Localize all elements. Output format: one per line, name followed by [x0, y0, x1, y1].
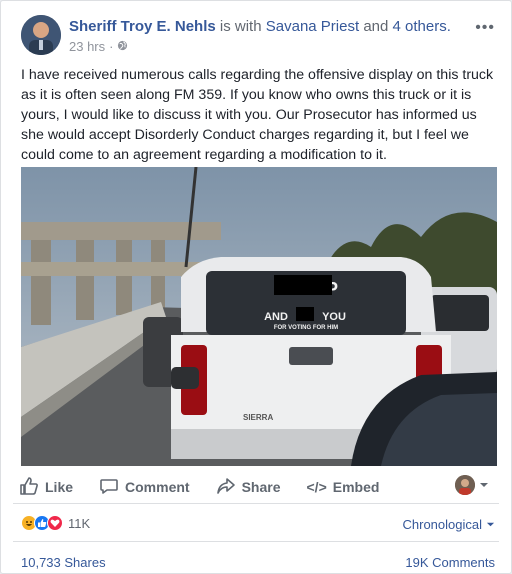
post-photo[interactable]: TRUMP AND YOU FOR VOTING FOR HIM SIERRA — [21, 167, 497, 466]
order-label: Chronological — [402, 517, 483, 532]
comment-button[interactable]: Comment — [99, 476, 190, 499]
window-text-and: AND — [264, 311, 288, 323]
embed-button[interactable]: </> Embed — [307, 479, 380, 495]
share-button[interactable]: Share — [216, 476, 281, 499]
ellipsis-icon[interactable]: ••• — [475, 19, 495, 37]
thumbs-up-icon — [19, 476, 39, 499]
like-button[interactable]: Like — [19, 476, 73, 499]
window-text-voting: FOR VOTING FOR HIM — [274, 325, 338, 331]
comment-icon — [99, 476, 119, 499]
share-label: Share — [241, 479, 281, 495]
post-as-selector[interactable] — [455, 475, 489, 495]
post-time[interactable]: 23 hrs — [69, 39, 105, 54]
embed-icon: </> — [306, 479, 327, 495]
window-text-you: YOU — [322, 311, 346, 323]
post-actions: Like Comment Share </> Embed — [19, 473, 495, 501]
reaction-summary[interactable]: 11K — [21, 515, 90, 531]
with-text: is with — [219, 18, 262, 35]
viewer-avatar — [455, 475, 475, 495]
order-caret-icon — [486, 517, 495, 532]
post-card: Sheriff Troy E. Nehls is with Savana Pri… — [0, 0, 512, 574]
post-title-line: Sheriff Troy E. Nehls is with Savana Pri… — [69, 17, 451, 37]
comment-label: Comment — [125, 479, 190, 495]
tagged-person[interactable]: Savana Priest — [266, 18, 359, 35]
embed-label: Embed — [332, 479, 380, 495]
like-label: Like — [45, 479, 74, 495]
tailgate-badge: SIERRA — [243, 413, 273, 422]
author-avatar[interactable] — [21, 15, 61, 55]
post-header: Sheriff Troy E. Nehls is with Savana Pri… — [21, 15, 501, 59]
love-icon — [47, 515, 63, 531]
shares-count[interactable]: 10,733 Shares — [21, 555, 106, 570]
author-name[interactable]: Sheriff Troy E. Nehls — [69, 18, 216, 35]
meta-separator: · — [109, 39, 114, 54]
divider — [13, 503, 499, 504]
post-body: I have received numerous calls regarding… — [21, 67, 494, 163]
comment-order-selector[interactable]: Chronological — [403, 517, 496, 532]
globe-icon[interactable] — [117, 39, 128, 54]
share-icon — [216, 476, 236, 499]
and-text: and — [363, 18, 389, 35]
post-meta: 23 hrs · — [69, 39, 128, 54]
comments-count[interactable]: 19K Comments — [405, 555, 495, 570]
reaction-count: 11K — [68, 515, 91, 531]
caret-down-icon — [479, 477, 489, 493]
divider — [13, 541, 499, 542]
tagged-others[interactable]: 4 others. — [393, 18, 451, 35]
